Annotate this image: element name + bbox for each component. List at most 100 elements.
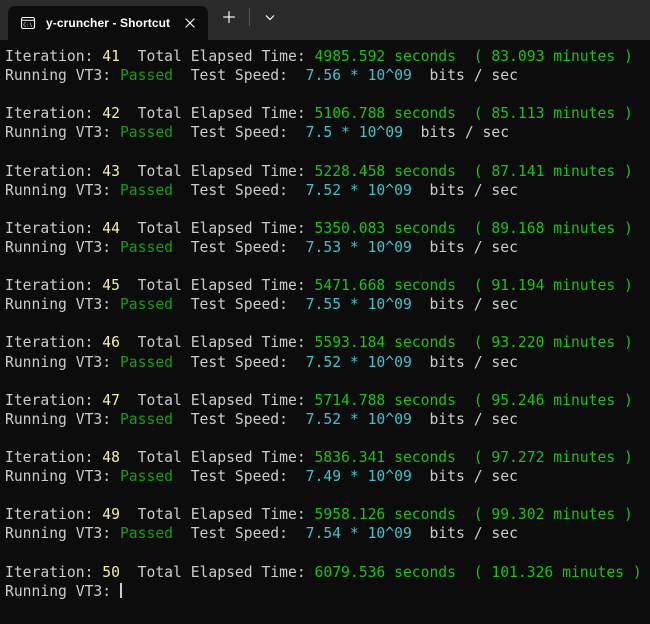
total-elapsed-label: Total Elapsed Time: — [119, 506, 315, 524]
new-tab-icon[interactable] — [212, 0, 246, 34]
running-label: Running VT3: — [5, 525, 120, 543]
total-elapsed-label: Total Elapsed Time: — [119, 48, 315, 65]
terminal-screen: Iteration: 41 Total Elapsed Time: 4985.5… — [5, 47, 650, 601]
elapsed-seconds-value: 5593.184 seconds — [314, 334, 456, 352]
total-elapsed-label: Total Elapsed Time: — [119, 334, 315, 352]
iteration-label: Iteration: — [5, 334, 103, 352]
total-elapsed-label: Total Elapsed Time: — [119, 563, 315, 581]
test-speed-label: Test Speed: — [173, 238, 306, 256]
terminal-line-running: Running VT3: Passed Test Speed: 7.56 * 1… — [5, 66, 650, 85]
running-label: Running VT3: — [5, 67, 120, 85]
terminal-cursor — [119, 582, 122, 598]
test-speed-value: 7.55 * 10^09 — [305, 296, 412, 314]
running-label: Running VT3: — [5, 353, 120, 371]
elapsed-seconds-value: 5958.126 seconds — [314, 506, 456, 524]
elapsed-minutes-value: ( 83.093 minutes ) — [473, 48, 633, 65]
tab-y-cruncher[interactable]: C:\ y-cruncher - Shortcut — [8, 6, 209, 40]
terminal-line-iteration: Iteration: 47 Total Elapsed Time: 5714.7… — [5, 391, 650, 410]
bits-per-sec-unit: bits / sec — [411, 525, 518, 543]
chevron-down-icon[interactable] — [253, 0, 287, 34]
iteration-number: 49 — [102, 506, 120, 524]
bits-per-sec-unit: bits / sec — [411, 238, 518, 256]
iteration-number: 44 — [102, 219, 120, 237]
bits-per-sec-unit: bits / sec — [411, 67, 518, 85]
terminal-line-running: Running VT3: Passed Test Speed: 7.52 * 1… — [5, 410, 650, 429]
bits-per-sec-unit: bits / sec — [411, 468, 518, 486]
toolbar-divider — [249, 8, 251, 26]
total-elapsed-label: Total Elapsed Time: — [119, 162, 315, 180]
test-speed-value: 7.52 * 10^09 — [305, 181, 412, 199]
elapsed-minutes-value: ( 97.272 minutes ) — [473, 448, 633, 466]
terminal-line-running: Running VT3: Passed Test Speed: 7.53 * 1… — [5, 238, 650, 257]
iteration-label: Iteration: — [5, 162, 103, 180]
terminal-line-running: Running VT3: — [5, 582, 650, 601]
terminal-line-iteration: Iteration: 50 Total Elapsed Time: 6079.5… — [5, 563, 650, 582]
elapsed-seconds-value: 6079.536 seconds — [314, 563, 456, 581]
terminal-line-running: Running VT3: Passed Test Speed: 7.49 * 1… — [5, 467, 650, 486]
status-passed: Passed — [119, 124, 174, 142]
elapsed-seconds-value: 5714.788 seconds — [314, 391, 456, 409]
test-speed-label: Test Speed: — [173, 353, 306, 371]
terminal-pane[interactable]: Iteration: 41 Total Elapsed Time: 4985.5… — [0, 40, 650, 624]
running-label: Running VT3: — [5, 468, 120, 486]
elapsed-seconds-value: 5836.341 seconds — [314, 448, 456, 466]
bits-per-sec-unit: bits / sec — [411, 296, 518, 314]
iteration-label: Iteration: — [5, 448, 103, 466]
iteration-label: Iteration: — [5, 506, 103, 524]
test-speed-label: Test Speed: — [173, 67, 306, 85]
running-label: Running VT3: — [5, 296, 120, 314]
elapsed-seconds-value: 5228.458 seconds — [314, 162, 456, 180]
iteration-label: Iteration: — [5, 219, 103, 237]
iteration-number: 46 — [102, 334, 120, 352]
console-cmd-icon: C:\ — [20, 15, 36, 31]
bits-per-sec-unit: bits / sec — [402, 124, 510, 142]
window-titlebar: C:\ y-cruncher - Shortcut — [0, 0, 650, 40]
test-speed-value: 7.56 * 10^09 — [305, 67, 412, 85]
status-passed: Passed — [119, 238, 174, 256]
status-passed: Passed — [119, 410, 174, 428]
elapsed-minutes-value: ( 85.113 minutes ) — [473, 105, 633, 123]
test-speed-value: 7.53 * 10^09 — [305, 238, 412, 256]
status-passed: Passed — [119, 67, 174, 85]
status-passed: Passed — [119, 353, 174, 371]
status-passed: Passed — [119, 525, 174, 543]
iteration-number: 50 — [102, 563, 120, 581]
iteration-number: 43 — [102, 162, 120, 180]
elapsed-minutes-value: ( 89.168 minutes ) — [473, 219, 633, 237]
test-speed-value: 7.52 * 10^09 — [305, 353, 412, 371]
terminal-line-running: Running VT3: Passed Test Speed: 7.52 * 1… — [5, 353, 650, 372]
close-icon[interactable] — [176, 10, 204, 36]
tab-strip: C:\ y-cruncher - Shortcut — [0, 0, 209, 40]
total-elapsed-label: Total Elapsed Time: — [119, 219, 315, 237]
iteration-label: Iteration: — [5, 105, 103, 123]
terminal-line-iteration: Iteration: 43 Total Elapsed Time: 5228.4… — [5, 162, 650, 181]
iteration-label: Iteration: — [5, 48, 103, 65]
total-elapsed-label: Total Elapsed Time: — [119, 391, 315, 409]
test-speed-label: Test Speed: — [173, 296, 306, 314]
elapsed-minutes-value: ( 87.141 minutes ) — [473, 162, 633, 180]
running-label: Running VT3: — [5, 410, 120, 428]
elapsed-seconds-value: 5350.083 seconds — [314, 219, 456, 237]
terminal-line-running: Running VT3: Passed Test Speed: 7.5 * 10… — [5, 123, 650, 142]
elapsed-minutes-value: ( 95.246 minutes ) — [473, 391, 633, 409]
test-speed-value: 7.49 * 10^09 — [305, 468, 412, 486]
status-passed: Passed — [119, 181, 174, 199]
test-speed-label: Test Speed: — [173, 468, 306, 486]
elapsed-minutes-value: ( 93.220 minutes ) — [473, 334, 633, 352]
elapsed-seconds-value: 4985.592 seconds — [314, 48, 456, 65]
iteration-label: Iteration: — [5, 563, 103, 581]
tabbar-actions — [212, 0, 287, 40]
